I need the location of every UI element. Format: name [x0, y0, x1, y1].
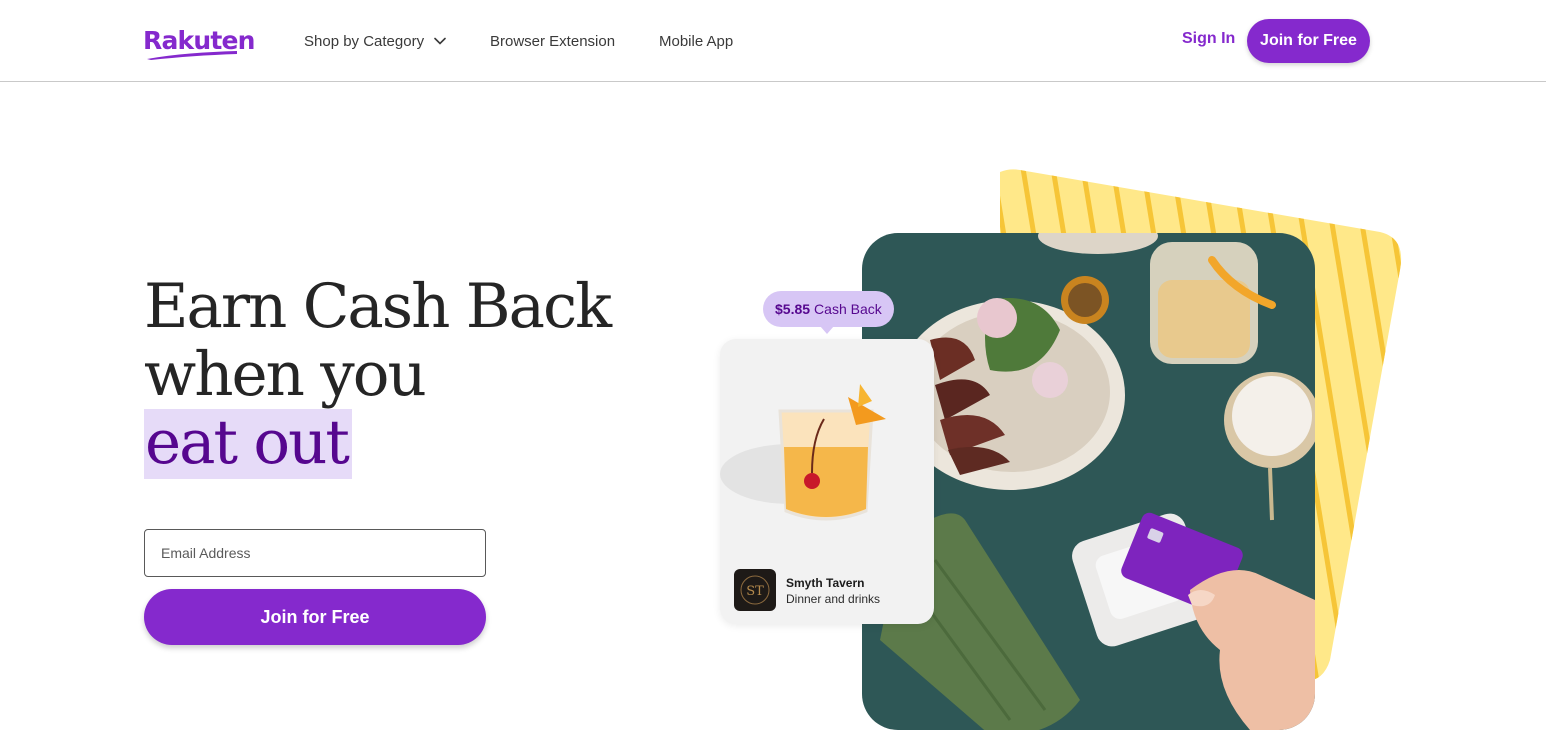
nav-shop-label: Shop by Category [304, 32, 425, 50]
nav-shop-by-category[interactable]: Shop by Category [304, 0, 446, 82]
nav-mobile-app-label: Mobile App [659, 32, 734, 50]
tavern-logo-text: ST [746, 584, 764, 599]
sign-in-link[interactable]: Sign In [1182, 30, 1235, 48]
nav-mobile-app[interactable]: Mobile App [659, 0, 733, 82]
nav-browser-extension-label: Browser Extension [490, 32, 616, 50]
join-for-free-hero-button[interactable]: Join for Free [144, 589, 486, 645]
cocktail-image [720, 384, 886, 521]
chevron-down-icon [434, 37, 446, 45]
join-for-free-header-button[interactable]: Join for Free [1247, 19, 1370, 63]
headline-line-2: when you [144, 339, 427, 410]
headline-line-1: Earn Cash Back [144, 271, 612, 342]
nav-browser-extension[interactable]: Browser Extension [490, 0, 615, 82]
tavern-logo-icon: ST [740, 575, 770, 605]
rakuten-logo[interactable]: Rakuten [143, 26, 255, 62]
cash-back-amount: $5.85 [775, 301, 811, 317]
cash-back-label: Cash Back [814, 301, 882, 317]
headline-highlight: eat out [144, 409, 352, 479]
cash-back-badge: $5.85 Cash Back [763, 291, 894, 327]
merchant-card: ST Smyth Tavern Dinner and drinks [720, 339, 934, 624]
merchant-name: Smyth Tavern [786, 576, 865, 590]
badge-pointer [820, 326, 834, 334]
logo-swoosh-icon [147, 51, 237, 60]
email-input[interactable] [144, 529, 486, 577]
merchant-description: Dinner and drinks [786, 592, 881, 606]
smyth-tavern-logo: ST [734, 569, 776, 611]
hero-headline: Earn Cash Back when you eat out [144, 271, 612, 479]
striped-backdrop [1000, 169, 1402, 682]
site-header: Rakuten Shop by Category Browser Extensi… [0, 0, 1546, 82]
